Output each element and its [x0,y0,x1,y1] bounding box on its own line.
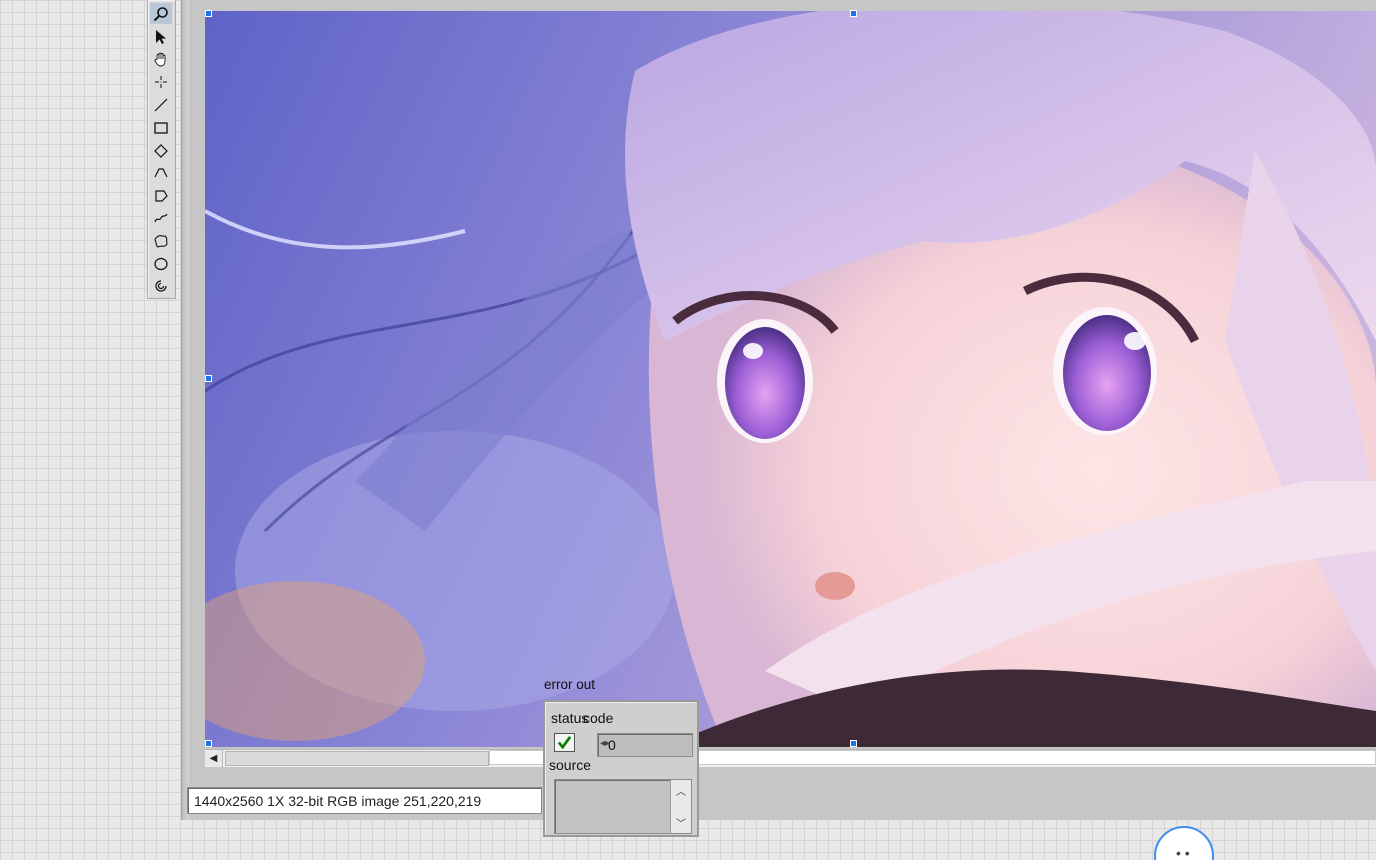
scrollbar-track[interactable] [225,751,489,766]
arrow-cursor-icon [156,29,166,44]
image-canvas[interactable] [205,11,1376,747]
polygon-tool[interactable] [150,185,172,206]
rectangle-icon [154,121,168,134]
source-scrollbar[interactable]: ︿ ﹀ [670,780,691,833]
rotated-rectangle-tool[interactable] [150,140,172,161]
face-icon: • • [1176,845,1190,860]
status-indicator[interactable] [554,733,575,752]
point-tool[interactable] [150,71,172,92]
freehand-line-tool[interactable] [150,207,172,228]
scroll-left-arrow-icon[interactable]: ◀ [205,750,223,767]
diamond-icon [154,143,168,158]
source-field[interactable]: ︿ ﹀ [554,779,692,834]
error-out-label: error out [544,677,596,692]
pan-tool[interactable] [150,48,172,69]
scroll-down-icon[interactable]: ﹀ [676,815,686,830]
selection-handle[interactable] [850,10,857,17]
scroll-up-icon[interactable]: ︿ [676,783,686,798]
displayed-image [205,11,1376,747]
zoom-tool[interactable] [150,3,172,24]
line-tool[interactable] [150,94,172,115]
polyline-icon [154,167,168,177]
source-label: source [549,757,592,773]
rectangle-tool[interactable] [150,117,172,138]
oval-tool[interactable] [150,253,172,274]
error-out-cluster: status code ◂▸ 0 source ︿ ﹀ [543,700,699,837]
code-label: code [583,710,614,726]
floating-assistant-button[interactable]: • • [1154,826,1214,860]
oval-icon [154,257,168,270]
magnifier-icon [153,6,168,21]
code-field[interactable]: ◂▸ 0 [597,733,693,757]
selection-handle[interactable] [850,740,857,747]
freehand-region-icon [154,234,168,248]
freehand-line-icon [154,213,168,222]
annulus-tool[interactable] [150,275,172,296]
tool-palette [147,0,176,299]
freehand-region-tool[interactable] [150,230,172,251]
annulus-icon [155,279,167,292]
polyline-tool[interactable] [150,162,172,183]
selection-handle[interactable] [205,740,212,747]
selection-handle[interactable] [205,10,212,17]
frame-bevel [182,0,189,820]
selection-handle[interactable] [205,375,212,382]
increment-decrement-icon[interactable]: ◂▸ [600,738,610,749]
image-info-status: 1440x2560 1X 32-bit RGB image 251,220,21… [187,787,542,814]
selection-tool[interactable] [150,26,172,47]
polygon-icon [155,189,168,202]
crosshair-icon [155,75,167,88]
line-icon [154,98,168,111]
checkmark-icon [557,736,572,750]
horizontal-scrollbar[interactable]: ◀ [205,749,1376,767]
hand-icon [154,52,166,66]
